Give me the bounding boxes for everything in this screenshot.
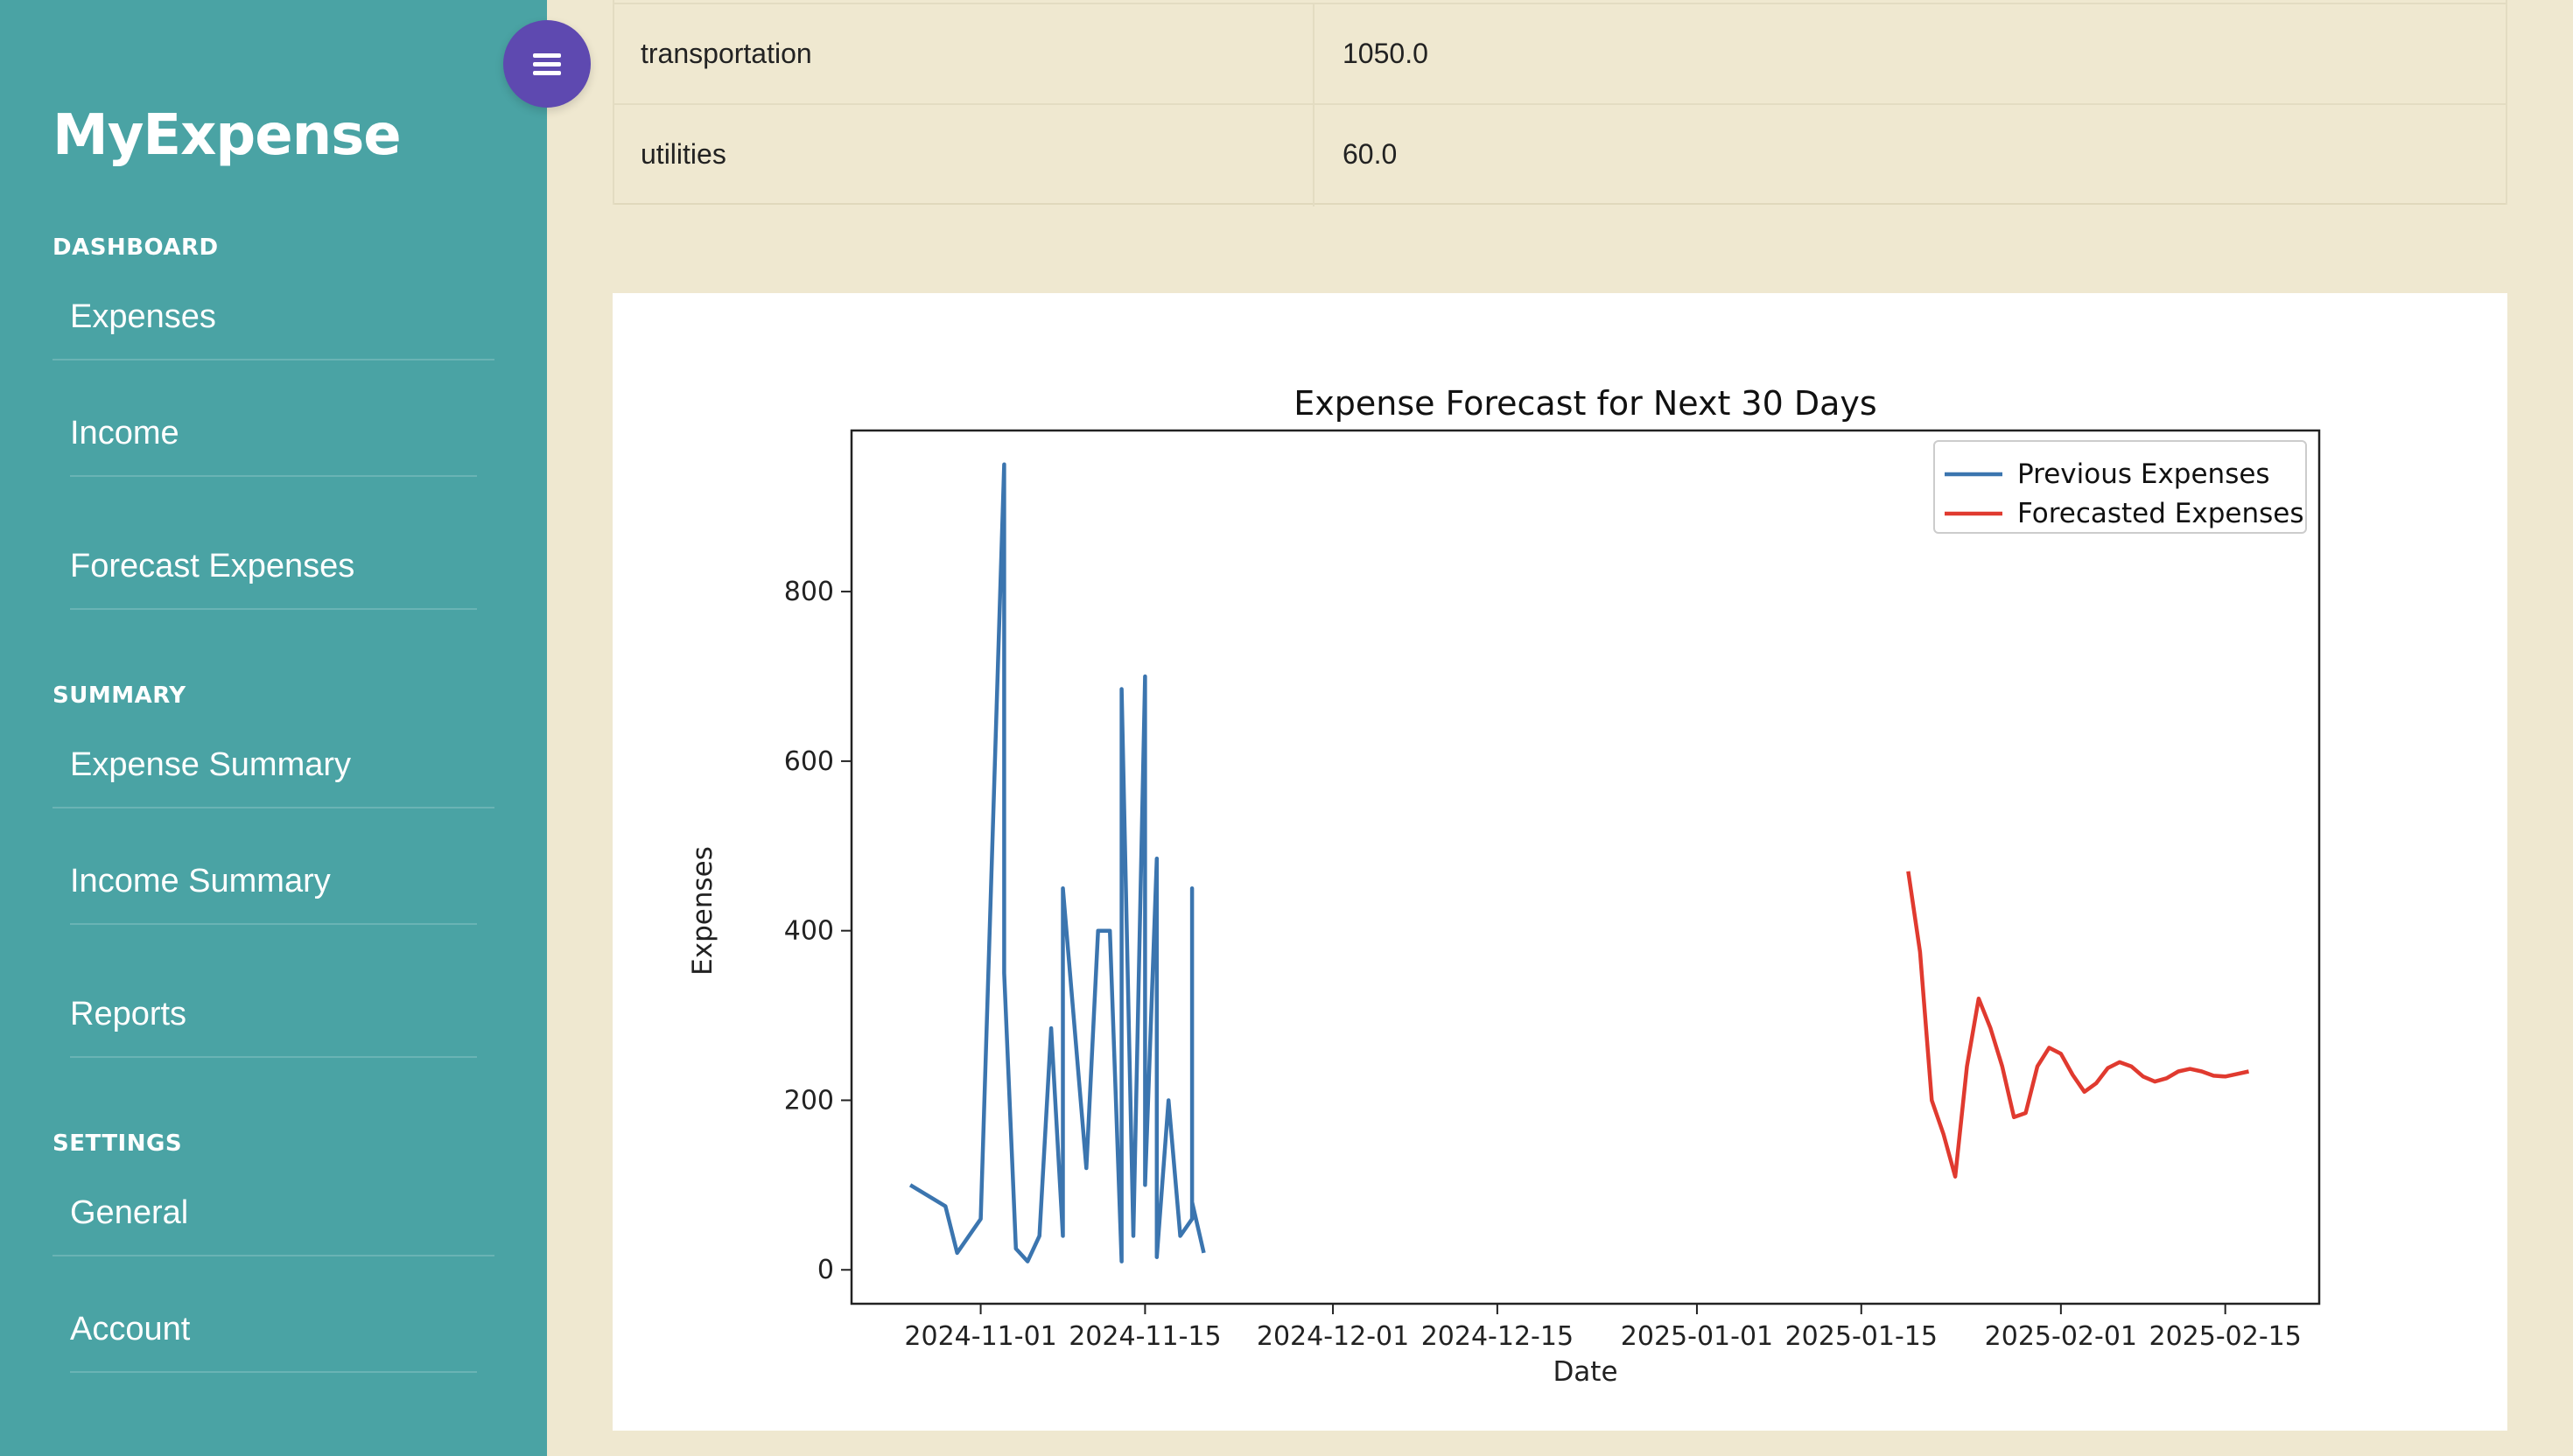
nav-label: Reports — [70, 996, 187, 1032]
summary-table: transportation 1050.0 utilities 60.0 — [613, 0, 2507, 206]
table-row: utilities 60.0 — [613, 103, 2507, 206]
section-settings: SETTINGS — [53, 1130, 183, 1157]
nav-forecast-expenses[interactable]: Forecast Expenses — [70, 540, 477, 610]
nav-expenses[interactable]: Expenses — [53, 290, 494, 360]
amount-cell: 1050.0 — [1343, 38, 1428, 69]
y-tick-label: 200 — [784, 1085, 834, 1116]
x-tick-label: 2025-02-15 — [2149, 1321, 2301, 1352]
nav-label: Income — [70, 415, 179, 452]
legend-label: Previous Expenses — [2017, 458, 2270, 490]
x-tick-label: 2024-11-01 — [904, 1321, 1056, 1352]
nav-expense-summary[interactable]: Expense Summary — [53, 738, 494, 808]
section-summary: SUMMARY — [53, 682, 186, 709]
legend-label: Forecasted Expenses — [2017, 498, 2303, 529]
x-tick-label: 2025-01-01 — [1621, 1321, 1773, 1352]
x-tick-label: 2025-01-15 — [1785, 1321, 1938, 1352]
nav-account[interactable]: Account — [70, 1303, 477, 1373]
nav-income-summary[interactable]: Income Summary — [70, 855, 477, 925]
y-tick-label: 400 — [784, 916, 834, 947]
x-tick-label: 2025-02-01 — [1985, 1321, 2137, 1352]
series-line-1 — [1906, 871, 2249, 1179]
nav-reports[interactable]: Reports — [70, 988, 477, 1058]
y-tick-label: 0 — [817, 1255, 834, 1285]
nav-label: Income Summary — [70, 863, 331, 900]
forecast-chart: Expense Forecast for Next 30 Days 0 200 400… — [687, 384, 2321, 1388]
nav-label: Expenses — [70, 298, 216, 335]
chart-title: Expense Forecast for Next 30 Days — [1294, 384, 1876, 423]
brand-logo[interactable]: MyExpense — [53, 103, 402, 168]
nav-income[interactable]: Income — [70, 407, 477, 477]
section-dashboard: DASHBOARD — [53, 234, 219, 261]
y-tick-label: 600 — [784, 746, 834, 777]
nav-label: Expense Summary — [70, 746, 352, 783]
category-cell: transportation — [641, 38, 812, 69]
menu-toggle-button[interactable] — [503, 20, 591, 108]
y-tick-label: 800 — [784, 577, 834, 607]
nav-general[interactable]: General — [53, 1186, 494, 1256]
x-tick-label: 2024-12-15 — [1421, 1321, 1574, 1352]
plot-frame — [850, 429, 2321, 1306]
sidebar: MyExpense DASHBOARD Expenses Income Fore… — [0, 0, 547, 1456]
forecast-chart-card: Expense Forecast for Next 30 Days 0 200 400… — [613, 293, 2507, 1431]
series-line-0 — [908, 462, 1206, 1264]
category-cell: utilities — [641, 138, 726, 170]
x-tick-label: 2024-11-15 — [1069, 1321, 1221, 1352]
amount-cell: 60.0 — [1343, 138, 1398, 170]
table-row: transportation 1050.0 — [613, 3, 2507, 106]
nav-label: Account — [70, 1311, 191, 1348]
x-axis-label: Date — [1553, 1356, 1617, 1388]
nav-label: Forecast Expenses — [70, 548, 355, 584]
nav-label: General — [70, 1194, 189, 1231]
y-axis-label: Expenses — [687, 846, 719, 976]
x-tick-label: 2024-12-01 — [1257, 1321, 1409, 1352]
